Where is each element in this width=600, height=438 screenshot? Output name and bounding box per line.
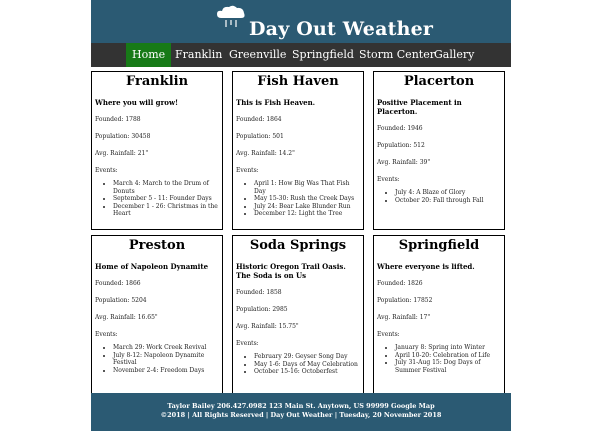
event-item: March 29: Work Creek Revival <box>113 344 219 352</box>
town-rainfall: Avg. Rainfall: 16.65" <box>95 314 158 321</box>
town-name: Placerton <box>403 74 475 89</box>
site-footer: Taylor Bailey 206.427.0982 123 Main St. … <box>91 393 511 431</box>
town-name: Soda Springs <box>249 238 347 253</box>
event-item: March 4: March to the Drum of Donuts <box>113 180 219 195</box>
town-tagline: Where you will grow! <box>95 98 179 107</box>
town-population: Population: 512 <box>377 142 425 149</box>
event-item: January 8: Spring into Winter <box>395 344 501 352</box>
events-label: Events: <box>377 176 400 183</box>
nav-gallery[interactable]: Gallery <box>428 43 480 67</box>
nav-home[interactable]: Home <box>126 43 172 67</box>
events-list: March 4: March to the Drum of Donuts Sep… <box>95 180 219 218</box>
cloud-umbrella-icon <box>217 5 245 27</box>
event-item: October 15-16: Octoberfest <box>254 368 360 376</box>
footer-copyright: ©2018 | All Rights Reserved | Day Out We… <box>160 411 442 419</box>
event-item: May 15-30: Rush the Creek Days <box>254 195 360 203</box>
events-label: Events: <box>95 167 118 174</box>
event-item: November 2-4: Freedom Days <box>113 367 219 375</box>
events-label: Events: <box>377 331 400 338</box>
event-item: September 5 - 11: Founder Days <box>113 195 219 203</box>
town-tagline: Positive Placement in Placerton. <box>377 98 462 116</box>
town-founded: Founded: 1866 <box>95 280 141 287</box>
events-list: July 4: A Blaze of Glory October 20: Fal… <box>377 189 501 204</box>
event-item: April 10-20: Celebration of Life <box>395 352 501 360</box>
events-list: March 29: Work Creek Revival July 8-12: … <box>95 344 219 374</box>
town-card-fish-haven: Fish Haven This is Fish Heaven. Founded:… <box>232 71 364 230</box>
town-rainfall: Avg. Rainfall: 39" <box>377 159 431 166</box>
town-rainfall: Avg. Rainfall: 21" <box>95 150 149 157</box>
town-card-soda-springs: Soda Springs Historic Oregon Trail Oasis… <box>232 235 364 394</box>
event-item: July 31-Aug 15: Dog Days of Summer Festi… <box>395 359 501 374</box>
nav-franklin[interactable]: Franklin <box>169 43 228 67</box>
event-item: December 12: Light the Tree <box>254 210 360 218</box>
town-founded: Founded: 1826 <box>377 280 423 287</box>
event-item: February 29: Geyser Song Day <box>254 353 360 361</box>
town-name: Preston <box>128 238 186 253</box>
town-tagline: Historic Oregon Trail Oasis. The Soda is… <box>236 262 346 280</box>
event-item: December 1 - 26: Christmas in the Heart <box>113 203 219 218</box>
event-item: April 1: How Big Was That Fish Day <box>254 180 360 195</box>
town-name: Franklin <box>125 74 189 89</box>
town-name: Fish Haven <box>257 74 339 89</box>
town-rainfall: Avg. Rainfall: 17" <box>377 314 431 321</box>
town-card-preston: Preston Home of Napoleon Dynamite Founde… <box>91 235 223 394</box>
events-list: February 29: Geyser Song Day May 1-6: Da… <box>236 353 360 376</box>
events-list: April 1: How Big Was That Fish Day May 1… <box>236 180 360 218</box>
events-list: January 8: Spring into Winter April 10-2… <box>377 344 501 374</box>
main-nav: Home Franklin Greenville Springfield Sto… <box>91 43 511 67</box>
event-item: May 1-6: Days of May Celebration <box>254 361 360 369</box>
town-population: Population: 30458 <box>95 133 151 140</box>
town-founded: Founded: 1858 <box>236 289 282 296</box>
town-card-franklin: Franklin Where you will grow! Founded: 1… <box>91 71 223 230</box>
town-population: Population: 5204 <box>95 297 147 304</box>
footer-contact: Taylor Bailey 206.427.0982 123 Main St. … <box>167 402 435 410</box>
town-founded: Founded: 1864 <box>236 116 282 123</box>
town-population: Population: 2985 <box>236 306 288 313</box>
town-tagline: Where everyone is lifted. <box>377 262 475 271</box>
events-label: Events: <box>236 167 259 174</box>
site-title: Day Out Weather <box>249 18 434 40</box>
town-population: Population: 501 <box>236 133 284 140</box>
event-item: October 20: Fall through Fall <box>395 197 501 205</box>
town-population: Population: 17852 <box>377 297 433 304</box>
town-name: Springfield <box>398 238 480 253</box>
events-label: Events: <box>95 331 118 338</box>
events-label: Events: <box>236 340 259 347</box>
town-tagline: Home of Napoleon Dynamite <box>95 262 209 271</box>
town-founded: Founded: 1946 <box>377 125 423 132</box>
site-header: Day Out Weather <box>91 0 511 43</box>
town-tagline: This is Fish Heaven. <box>236 98 316 107</box>
nav-springfield[interactable]: Springfield <box>286 43 360 67</box>
town-rainfall: Avg. Rainfall: 14.2" <box>236 150 295 157</box>
event-item: July 4: A Blaze of Glory <box>395 189 501 197</box>
town-card-placerton: Placerton Positive Placement in Placerto… <box>373 71 505 230</box>
town-card-springfield: Springfield Where everyone is lifted. Fo… <box>373 235 505 394</box>
town-rainfall: Avg. Rainfall: 15.75" <box>236 323 299 330</box>
event-item: July 24: Bear Lake Blunder Run <box>254 203 360 211</box>
town-founded: Founded: 1788 <box>95 116 141 123</box>
nav-greenville[interactable]: Greenville <box>223 43 292 67</box>
event-item: July 8-12: Napoleon Dynamite Festival <box>113 352 219 367</box>
